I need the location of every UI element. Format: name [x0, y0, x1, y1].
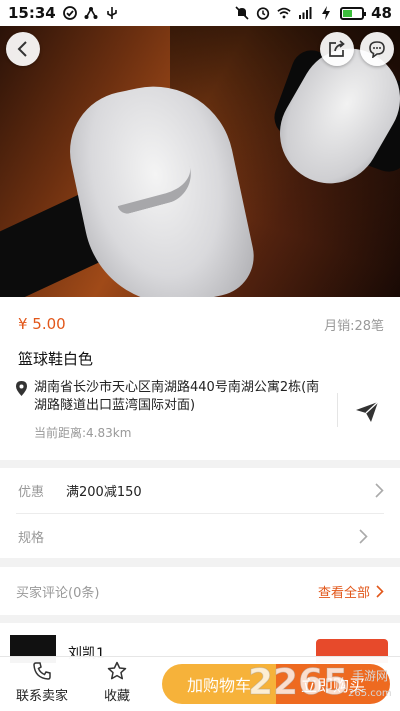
product-detail-page: 15:34 48 ¥ 5.00 月销:28笔 篮球鞋白色 湖南省长沙市天心区南湖… — [0, 0, 400, 711]
product-price: ¥ 5.00 — [18, 315, 66, 333]
contact-seller-button[interactable]: 联系卖家 — [16, 661, 68, 704]
phone-icon — [33, 662, 51, 680]
favorite-label: 收藏 — [104, 689, 131, 704]
charging-icon — [322, 6, 331, 20]
mute-bell-icon — [235, 6, 249, 20]
back-button[interactable] — [6, 32, 40, 66]
battery-percent: 48 — [371, 4, 392, 22]
spec-row[interactable]: 规格 — [16, 513, 384, 558]
shop-address[interactable]: 湖南省长沙市天心区南湖路440号南湖公寓2栋(南湖路隧道出口蓝湾国际对面) — [16, 379, 331, 415]
product-image[interactable] — [0, 26, 400, 297]
view-all-link[interactable]: 查看全部 — [318, 582, 384, 601]
view-all-label: 查看全部 — [317, 585, 370, 601]
reviews-title: 买家评论(0条) — [16, 585, 100, 601]
divider — [337, 393, 338, 427]
usb-icon — [106, 7, 117, 19]
wifi-icon — [277, 7, 291, 19]
monthly-sales: 月销:28笔 — [324, 319, 384, 334]
product-info: ¥ 5.00 月销:28笔 篮球鞋白色 湖南省长沙市天心区南湖路440号南湖公寓… — [0, 297, 400, 460]
battery-icon — [340, 6, 367, 20]
message-button[interactable] — [360, 32, 394, 66]
product-options: 优惠 满200减150 规格 — [0, 468, 400, 558]
chevron-right-icon — [376, 584, 384, 598]
check-circle-icon — [62, 6, 77, 20]
chevron-left-icon — [17, 41, 27, 57]
status-time: 15:34 — [8, 4, 56, 22]
share-button[interactable] — [320, 32, 354, 66]
navigate-button[interactable] — [352, 397, 382, 427]
alarm-icon — [256, 7, 270, 20]
signal-icon — [299, 7, 312, 19]
chevron-right-icon — [375, 483, 384, 498]
favorite-button[interactable]: 收藏 — [104, 661, 130, 704]
share-network-icon — [84, 7, 98, 19]
chevron-right-icon — [359, 529, 368, 544]
discount-row[interactable]: 优惠 满200减150 — [0, 468, 400, 513]
discount-label: 优惠 — [18, 485, 45, 500]
send-arrow-icon — [356, 401, 379, 422]
buy-now-button[interactable]: 立即购买 — [276, 664, 390, 704]
distance-text: 当前距离:4.83km — [34, 426, 132, 440]
spec-label: 规格 — [18, 530, 45, 546]
product-title: 篮球鞋白色 — [18, 350, 94, 368]
bottom-action-bar: 联系卖家 收藏 加购物车 立即购买 — [0, 656, 400, 711]
address-text: 湖南省长沙市天心区南湖路440号南湖公寓2栋(南湖路隧道出口蓝湾国际对面) — [34, 380, 320, 413]
share-icon — [329, 40, 345, 57]
reviews-section: 买家评论(0条) 查看全部 — [0, 567, 400, 615]
location-pin-icon — [16, 381, 27, 396]
chat-bubble-icon — [369, 41, 385, 58]
add-to-cart-button[interactable]: 加购物车 — [162, 664, 276, 704]
status-bar: 15:34 48 — [0, 0, 400, 26]
star-icon — [107, 661, 127, 680]
contact-seller-label: 联系卖家 — [16, 689, 69, 704]
discount-value: 满200减150 — [66, 485, 142, 500]
battery-level-fill — [343, 9, 352, 17]
